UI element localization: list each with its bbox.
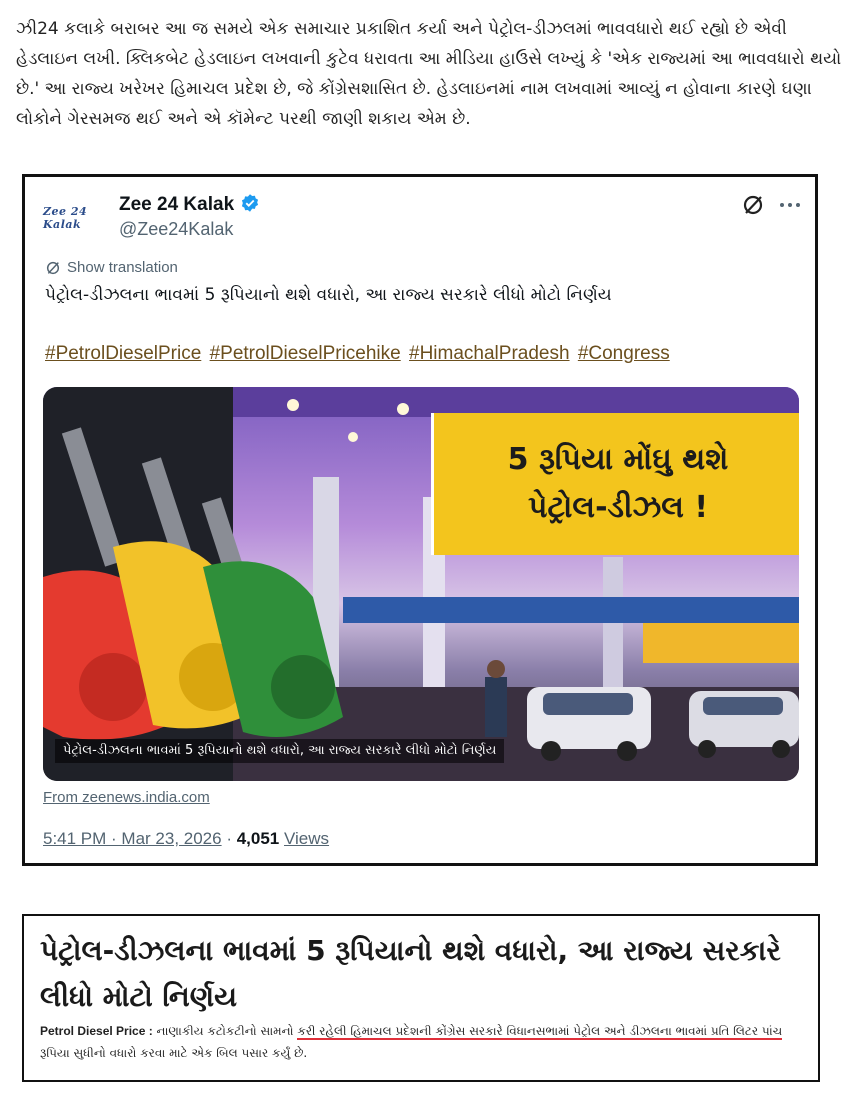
intro-paragraph: ઝી24 કલાકે બરાબર આ જ સમયે એક સમાચાર પ્રક… xyxy=(16,19,842,129)
article-body-post: રૂપિયા સુધીનો વધારો કરવા માટે એક બિલ પસા… xyxy=(40,1046,308,1060)
source-link[interactable]: From zeenews.india.com xyxy=(43,789,210,806)
hashtag-link[interactable]: #PetrolDieselPricehike xyxy=(210,343,401,364)
avatar[interactable]: Zee 24 Kalak xyxy=(43,199,95,237)
banner-line-1: 5 રૂપિયા મોંઘુ થશે xyxy=(507,442,729,477)
views-count: 4,051 xyxy=(236,829,280,848)
article-clipping: પેટ્રોલ-ડીઝલના ભાવમાં 5 રૂપિયાનો થશે વધા… xyxy=(22,914,820,1082)
verified-badge-icon xyxy=(242,194,259,212)
show-translation-label[interactable]: Show translation xyxy=(67,259,178,276)
show-translation-link[interactable]: Show translation xyxy=(45,259,178,276)
tweet-timestamp[interactable]: 5:41 PM · Mar 23, 2026 xyxy=(43,829,222,848)
banner-line-2: પેટ્રોલ-ડીઝલ ! xyxy=(527,490,709,525)
article-label: Petrol Diesel Price : xyxy=(40,1024,153,1038)
account-name[interactable]: Zee 24 Kalak xyxy=(119,194,234,215)
meta-separator: · xyxy=(226,829,237,848)
hashtag-list: #PetrolDieselPrice #PetrolDieselPricehik… xyxy=(45,343,673,365)
article-body: Petrol Diesel Price : નાણાકીય કટોકટીનો સ… xyxy=(40,1020,806,1064)
translate-icon xyxy=(46,261,60,274)
article-body-highlight: કરી રહેલી હિમાચલ પ્રદેશની કોંગ્રેસ સરકાર… xyxy=(297,1024,783,1040)
tweet-text: પેટ્રોલ-ડીઝલના ભાવમાં 5 રૂપિયાનો થશે વધા… xyxy=(45,285,612,305)
media-caption: પેટ્રોલ-ડીઝલના ભાવમાં 5 રૂપિયાનો થશે વધા… xyxy=(55,739,505,763)
hashtag-link[interactable]: #HimachalPradesh xyxy=(409,343,570,364)
tweet-header: Zee 24 Kalak Zee 24 Kalak @Zee24Kalak xyxy=(43,191,803,243)
account-name-row[interactable]: Zee 24 Kalak xyxy=(119,193,260,216)
account-handle[interactable]: @Zee24Kalak xyxy=(119,219,233,240)
embedded-tweet: Zee 24 Kalak Zee 24 Kalak @Zee24Kalak Sh… xyxy=(22,174,818,866)
more-options-icon[interactable] xyxy=(777,193,803,217)
hashtag-link[interactable]: #Congress xyxy=(578,343,670,364)
article-title: પેટ્રોલ-ડીઝલના ભાવમાં 5 રૂપિયાનો થશે વધા… xyxy=(40,934,781,1013)
tweet-media-image[interactable]: 5 રૂપિયા મોંઘુ થશે પેટ્રોલ-ડીઝલ ! પેટ્રો… xyxy=(43,387,799,781)
grok-icon[interactable] xyxy=(741,193,765,217)
price-hike-banner: 5 રૂપિયા મોંઘુ થશે પેટ્રોલ-ડીઝલ ! xyxy=(431,413,799,555)
article-body-pre: નાણાકીય કટોકટીનો સામનો xyxy=(156,1024,298,1038)
hashtag-link[interactable]: #PetrolDieselPrice xyxy=(45,343,201,364)
tweet-meta: 5:41 PM · Mar 23, 2026 · 4,051 Views xyxy=(43,829,329,849)
views-label[interactable]: Views xyxy=(284,829,329,848)
